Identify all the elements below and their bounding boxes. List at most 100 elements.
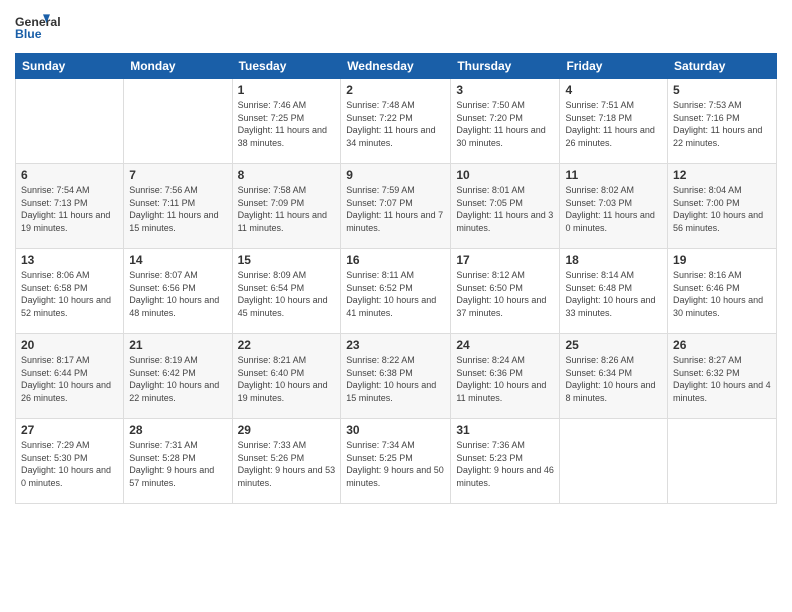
calendar-dow-saturday: Saturday — [668, 54, 777, 79]
day-info: Sunrise: 8:14 AMSunset: 6:48 PMDaylight:… — [565, 269, 662, 319]
calendar-dow-tuesday: Tuesday — [232, 54, 341, 79]
day-number: 4 — [565, 83, 662, 97]
day-info: Sunrise: 7:48 AMSunset: 7:22 PMDaylight:… — [346, 99, 445, 149]
day-info: Sunrise: 7:58 AMSunset: 7:09 PMDaylight:… — [238, 184, 336, 234]
day-info: Sunrise: 8:12 AMSunset: 6:50 PMDaylight:… — [456, 269, 554, 319]
calendar-cell: 31 Sunrise: 7:36 AMSunset: 5:23 PMDayligh… — [451, 419, 560, 504]
day-number: 2 — [346, 83, 445, 97]
day-info: Sunrise: 7:33 AMSunset: 5:26 PMDaylight:… — [238, 439, 336, 489]
day-info: Sunrise: 8:24 AMSunset: 6:36 PMDaylight:… — [456, 354, 554, 404]
day-info: Sunrise: 7:51 AMSunset: 7:18 PMDaylight:… — [565, 99, 662, 149]
day-number: 19 — [673, 253, 771, 267]
calendar-cell: 9Sunrise: 7:59 AMSunset: 7:07 PMDaylight… — [341, 164, 451, 249]
calendar-cell: 14 Sunrise: 8:07 AMSunset: 6:56 PMDayligh… — [124, 249, 232, 334]
calendar-cell: 20 Sunrise: 8:17 AMSunset: 6:44 PMDayligh… — [16, 334, 124, 419]
day-number: 7 — [129, 168, 226, 182]
day-number: 24 — [456, 338, 554, 352]
calendar-cell: 10 Sunrise: 8:01 AMSunset: 7:05 PMDayligh… — [451, 164, 560, 249]
calendar-cell: 12 Sunrise: 8:04 AMSunset: 7:00 PMDayligh… — [668, 164, 777, 249]
day-number: 1 — [238, 83, 336, 97]
calendar-week-row: 20 Sunrise: 8:17 AMSunset: 6:44 PMDayligh… — [16, 334, 777, 419]
page: General Blue SundayMondayTuesdayWednesda… — [0, 0, 792, 612]
day-number: 13 — [21, 253, 118, 267]
day-number: 14 — [129, 253, 226, 267]
day-number: 15 — [238, 253, 336, 267]
day-info: Sunrise: 8:22 AMSunset: 6:38 PMDaylight:… — [346, 354, 445, 404]
day-info: Sunrise: 7:29 AMSunset: 5:30 PMDaylight:… — [21, 439, 118, 489]
calendar-cell: 7 Sunrise: 7:56 AMSunset: 7:11 PMDaylight… — [124, 164, 232, 249]
day-info: Sunrise: 7:53 AMSunset: 7:16 PMDaylight:… — [673, 99, 771, 149]
day-info: Sunrise: 8:04 AMSunset: 7:00 PMDaylight:… — [673, 184, 771, 234]
calendar-cell — [16, 79, 124, 164]
day-number: 10 — [456, 168, 554, 182]
day-number: 8 — [238, 168, 336, 182]
day-number: 12 — [673, 168, 771, 182]
calendar-cell: 4 Sunrise: 7:51 AMSunset: 7:18 PMDaylight… — [560, 79, 668, 164]
calendar-cell: 16 Sunrise: 8:11 AMSunset: 6:52 PMDayligh… — [341, 249, 451, 334]
calendar-dow-monday: Monday — [124, 54, 232, 79]
calendar-cell: 30 Sunrise: 7:34 AMSunset: 5:25 PMDayligh… — [341, 419, 451, 504]
day-number: 23 — [346, 338, 445, 352]
day-info: Sunrise: 8:21 AMSunset: 6:40 PMDaylight:… — [238, 354, 336, 404]
calendar-header-row: SundayMondayTuesdayWednesdayThursdayFrid… — [16, 54, 777, 79]
day-info: Sunrise: 7:46 AMSunset: 7:25 PMDaylight:… — [238, 99, 336, 149]
calendar-cell: 8 Sunrise: 7:58 AMSunset: 7:09 PMDaylight… — [232, 164, 341, 249]
day-number: 28 — [129, 423, 226, 437]
calendar-cell: 6 Sunrise: 7:54 AMSunset: 7:13 PMDaylight… — [16, 164, 124, 249]
day-info: Sunrise: 7:34 AMSunset: 5:25 PMDaylight:… — [346, 439, 445, 489]
calendar-dow-friday: Friday — [560, 54, 668, 79]
day-info: Sunrise: 8:19 AMSunset: 6:42 PMDaylight:… — [129, 354, 226, 404]
calendar-week-row: 13 Sunrise: 8:06 AMSunset: 6:58 PMDayligh… — [16, 249, 777, 334]
day-number: 30 — [346, 423, 445, 437]
calendar-cell: 22Sunrise: 8:21 AMSunset: 6:40 PMDayligh… — [232, 334, 341, 419]
day-number: 18 — [565, 253, 662, 267]
day-info: Sunrise: 8:09 AMSunset: 6:54 PMDaylight:… — [238, 269, 336, 319]
day-info: Sunrise: 8:16 AMSunset: 6:46 PMDaylight:… — [673, 269, 771, 319]
day-number: 26 — [673, 338, 771, 352]
calendar-cell: 27 Sunrise: 7:29 AMSunset: 5:30 PMDayligh… — [16, 419, 124, 504]
day-number: 3 — [456, 83, 554, 97]
calendar-dow-thursday: Thursday — [451, 54, 560, 79]
svg-text:Blue: Blue — [15, 27, 42, 41]
day-info: Sunrise: 8:17 AMSunset: 6:44 PMDaylight:… — [21, 354, 118, 404]
calendar-cell: 1 Sunrise: 7:46 AMSunset: 7:25 PMDaylight… — [232, 79, 341, 164]
calendar-cell: 29 Sunrise: 7:33 AMSunset: 5:26 PMDayligh… — [232, 419, 341, 504]
day-info: Sunrise: 7:31 AMSunset: 5:28 PMDaylight:… — [129, 439, 226, 489]
day-info: Sunrise: 8:02 AMSunset: 7:03 PMDaylight:… — [565, 184, 662, 234]
day-info: Sunrise: 7:36 AMSunset: 5:23 PMDaylight:… — [456, 439, 554, 489]
day-info: Sunrise: 8:01 AMSunset: 7:05 PMDaylight:… — [456, 184, 554, 234]
day-number: 17 — [456, 253, 554, 267]
day-number: 29 — [238, 423, 336, 437]
day-number: 20 — [21, 338, 118, 352]
calendar-cell: 25 Sunrise: 8:26 AMSunset: 6:34 PMDayligh… — [560, 334, 668, 419]
day-info: Sunrise: 7:50 AMSunset: 7:20 PMDaylight:… — [456, 99, 554, 149]
calendar-cell: 11Sunrise: 8:02 AMSunset: 7:03 PMDayligh… — [560, 164, 668, 249]
calendar-dow-sunday: Sunday — [16, 54, 124, 79]
calendar-cell: 18 Sunrise: 8:14 AMSunset: 6:48 PMDayligh… — [560, 249, 668, 334]
calendar-cell: 28 Sunrise: 7:31 AMSunset: 5:28 PMDayligh… — [124, 419, 232, 504]
calendar-cell: 19 Sunrise: 8:16 AMSunset: 6:46 PMDayligh… — [668, 249, 777, 334]
day-number: 5 — [673, 83, 771, 97]
calendar-cell — [560, 419, 668, 504]
day-number: 16 — [346, 253, 445, 267]
logo: General Blue — [15, 10, 89, 45]
day-info: Sunrise: 7:56 AMSunset: 7:11 PMDaylight:… — [129, 184, 226, 234]
calendar-cell — [124, 79, 232, 164]
day-info: Sunrise: 8:27 AMSunset: 6:32 PMDaylight:… — [673, 354, 771, 404]
day-info: Sunrise: 8:26 AMSunset: 6:34 PMDaylight:… — [565, 354, 662, 404]
day-info: Sunrise: 8:06 AMSunset: 6:58 PMDaylight:… — [21, 269, 118, 319]
calendar-cell: 24 Sunrise: 8:24 AMSunset: 6:36 PMDayligh… — [451, 334, 560, 419]
day-info: Sunrise: 8:07 AMSunset: 6:56 PMDaylight:… — [129, 269, 226, 319]
day-number: 25 — [565, 338, 662, 352]
calendar-cell: 3 Sunrise: 7:50 AMSunset: 7:20 PMDaylight… — [451, 79, 560, 164]
day-number: 27 — [21, 423, 118, 437]
calendar-cell: 23 Sunrise: 8:22 AMSunset: 6:38 PMDayligh… — [341, 334, 451, 419]
day-number: 6 — [21, 168, 118, 182]
calendar-cell: 26 Sunrise: 8:27 AMSunset: 6:32 PMDayligh… — [668, 334, 777, 419]
day-number: 21 — [129, 338, 226, 352]
day-number: 31 — [456, 423, 554, 437]
header: General Blue — [15, 10, 777, 45]
day-info: Sunrise: 8:11 AMSunset: 6:52 PMDaylight:… — [346, 269, 445, 319]
calendar-week-row: 27 Sunrise: 7:29 AMSunset: 5:30 PMDayligh… — [16, 419, 777, 504]
day-info: Sunrise: 7:54 AMSunset: 7:13 PMDaylight:… — [21, 184, 118, 234]
